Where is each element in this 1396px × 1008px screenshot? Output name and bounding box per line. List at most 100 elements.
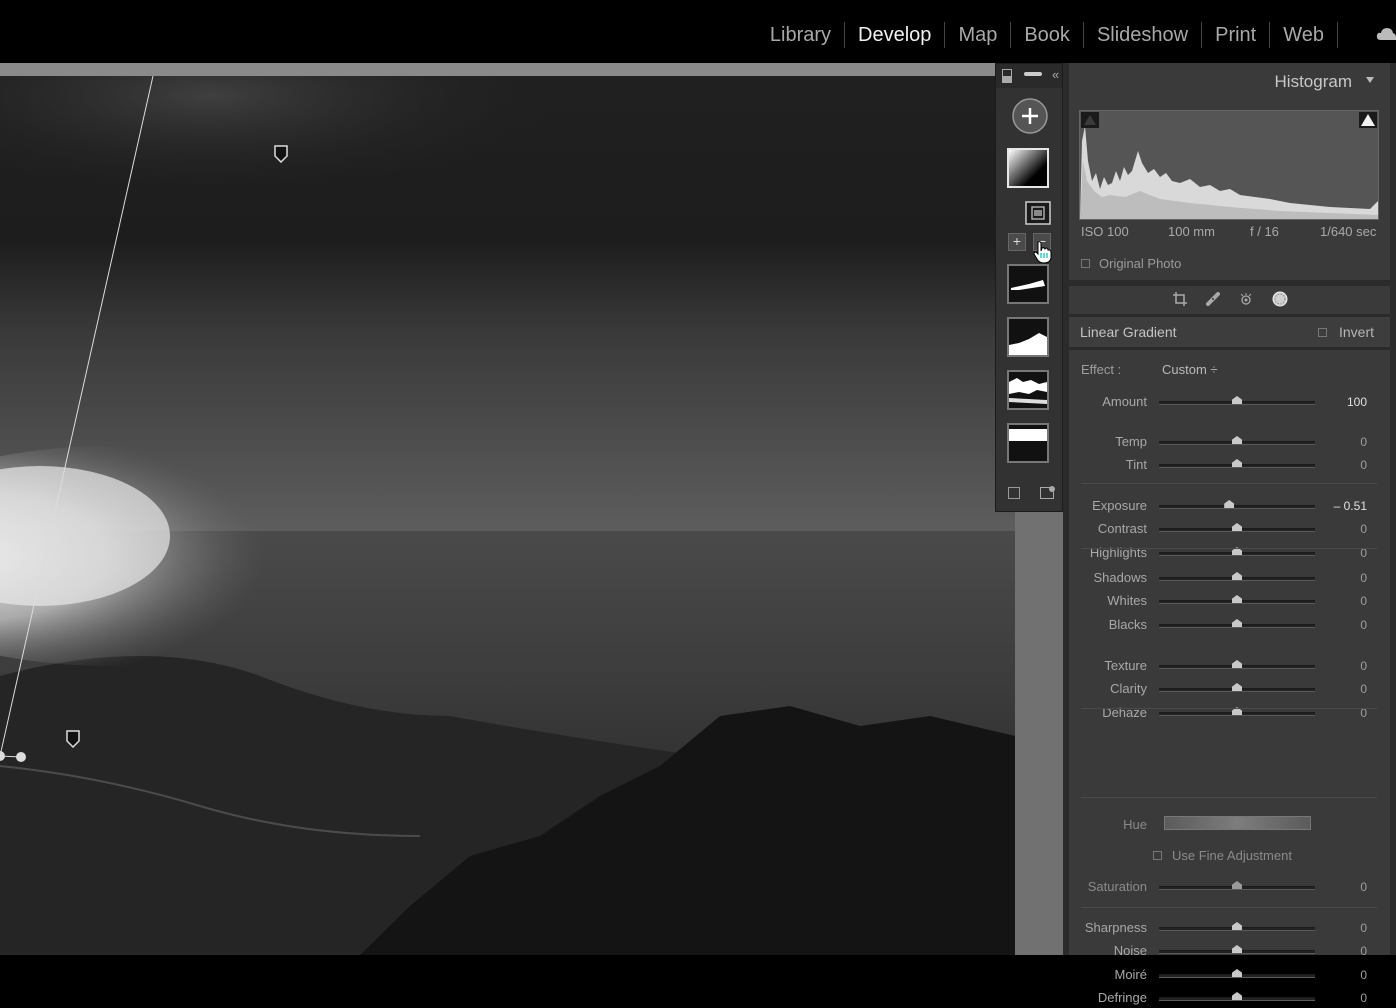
histogram-header[interactable]: Histogram bbox=[1069, 63, 1390, 100]
slider-label-texture: Texture bbox=[1104, 658, 1147, 673]
original-photo-toggle[interactable]: Original Photo bbox=[1081, 256, 1181, 271]
photo-border bbox=[0, 63, 995, 76]
photo-image[interactable] bbox=[0, 76, 1015, 955]
mask-thumbnail-1[interactable] bbox=[1007, 264, 1049, 304]
invert-label: Invert bbox=[1338, 324, 1374, 340]
slider-label-shadows: Shadows bbox=[1093, 570, 1147, 585]
fine-adjustment-toggle[interactable]: Use Fine Adjustment bbox=[1153, 848, 1292, 863]
mask-thumbnail-4[interactable] bbox=[1007, 423, 1049, 463]
slider-label-blacks: Blacks bbox=[1108, 617, 1147, 632]
module-develop[interactable]: Develop bbox=[845, 22, 946, 48]
invert-toggle[interactable]: Invert bbox=[1317, 324, 1374, 340]
divider bbox=[1081, 548, 1377, 549]
histogram-title: Histogram bbox=[1274, 72, 1352, 91]
masks-panel-header: « bbox=[996, 64, 1062, 88]
mask-thumbnail-gradient[interactable] bbox=[1007, 148, 1049, 188]
slider-row-amount: Amount 100 bbox=[1069, 392, 1390, 412]
minimize-icon[interactable] bbox=[1024, 72, 1042, 76]
hue-slider[interactable] bbox=[1164, 816, 1311, 830]
slider-value-sharpness[interactable]: 0 bbox=[1360, 921, 1367, 935]
divider bbox=[1081, 797, 1377, 798]
slider-value-exposure[interactable]: – 0.51 bbox=[1334, 499, 1367, 513]
mask-title: Linear Gradient bbox=[1080, 324, 1177, 340]
mask-thumbnail-3[interactable] bbox=[1007, 370, 1049, 410]
overlay-toggle-icon[interactable] bbox=[1008, 487, 1020, 499]
slider-row-blacks: Blacks 0 bbox=[1069, 615, 1390, 635]
slider-value-tint[interactable]: 0 bbox=[1360, 458, 1367, 472]
shadow-clipping-icon[interactable] bbox=[1081, 112, 1099, 128]
slider-label-temp: Temp bbox=[1115, 434, 1147, 449]
slider-row-whites: Whites 0 bbox=[1069, 591, 1390, 611]
original-photo-checkbox[interactable] bbox=[1081, 259, 1090, 268]
mask-component-icon[interactable] bbox=[1025, 201, 1051, 225]
slider-value-clarity[interactable]: 0 bbox=[1360, 682, 1367, 696]
slider-track-exposure[interactable] bbox=[1159, 505, 1315, 509]
module-slideshow[interactable]: Slideshow bbox=[1084, 22, 1203, 48]
slider-label-moir-: Moiré bbox=[1114, 967, 1147, 982]
slider-row-tint: Tint 0 bbox=[1069, 455, 1390, 475]
original-photo-label: Original Photo bbox=[1099, 256, 1182, 271]
cloud-icon[interactable] bbox=[1376, 26, 1396, 42]
histogram-graph[interactable] bbox=[1079, 110, 1379, 220]
mask-thumbnail-2[interactable] bbox=[1007, 317, 1049, 357]
masking-icon[interactable] bbox=[1272, 291, 1288, 307]
slider-value-texture[interactable]: 0 bbox=[1360, 659, 1367, 673]
slider-value-saturation[interactable]: 0 bbox=[1360, 880, 1367, 894]
mask-settings-icon[interactable] bbox=[1040, 485, 1056, 499]
panel-toggle-icon[interactable] bbox=[1002, 69, 1012, 83]
hue-label: Hue bbox=[1123, 817, 1147, 832]
slider-row-exposure: Exposure – 0.51 bbox=[1069, 496, 1390, 516]
gradient-pin-icon[interactable] bbox=[273, 145, 289, 163]
slider-value-contrast[interactable]: 0 bbox=[1360, 522, 1367, 536]
slider-row-saturation: Saturation 0 bbox=[1069, 877, 1390, 897]
slider-label-contrast: Contrast bbox=[1097, 521, 1147, 536]
slider-value-defringe[interactable]: 0 bbox=[1360, 991, 1367, 1005]
slider-value-amount[interactable]: 100 bbox=[1347, 395, 1367, 409]
module-map[interactable]: Map bbox=[945, 22, 1012, 48]
highlight-clipping-icon[interactable] bbox=[1359, 112, 1377, 128]
add-component-icon[interactable]: + bbox=[1008, 233, 1026, 251]
healing-icon[interactable] bbox=[1206, 292, 1220, 306]
module-list: Library Develop Map Book Slideshow Print… bbox=[757, 22, 1338, 48]
slider-row-defringe: Defringe 0 bbox=[1069, 988, 1390, 1008]
divider bbox=[1081, 907, 1377, 908]
add-mask-icon[interactable] bbox=[1012, 98, 1048, 134]
slider-value-blacks[interactable]: 0 bbox=[1360, 618, 1367, 632]
exif-iso: ISO 100 bbox=[1081, 224, 1129, 239]
divider bbox=[1081, 483, 1377, 484]
slider-row-texture: Texture 0 bbox=[1069, 656, 1390, 676]
slider-row-dehaze: Dehaze 0 bbox=[1069, 703, 1390, 723]
gradient-pin-icon[interactable] bbox=[65, 730, 81, 748]
module-book[interactable]: Book bbox=[1011, 22, 1084, 48]
slider-row-temp: Temp 0 bbox=[1069, 432, 1390, 452]
slider-label-defringe: Defringe bbox=[1097, 990, 1147, 1005]
fine-adjustment-label: Use Fine Adjustment bbox=[1172, 848, 1292, 863]
disclosure-triangle-icon[interactable] bbox=[1366, 77, 1374, 83]
module-web[interactable]: Web bbox=[1270, 22, 1338, 48]
collapse-icon[interactable]: « bbox=[1052, 67, 1059, 82]
slider-row-noise: Noise 0 bbox=[1069, 941, 1390, 961]
module-print[interactable]: Print bbox=[1202, 22, 1271, 48]
slider-row-sharpness: Sharpness 0 bbox=[1069, 918, 1390, 938]
slider-row-contrast: Contrast 0 bbox=[1069, 519, 1390, 539]
tool-strip bbox=[1069, 286, 1390, 314]
invert-checkbox[interactable] bbox=[1317, 327, 1327, 337]
slider-label-amount: Amount bbox=[1102, 394, 1147, 409]
red-eye-icon[interactable] bbox=[1239, 292, 1253, 306]
crop-icon[interactable] bbox=[1173, 292, 1187, 306]
slider-value-whites[interactable]: 0 bbox=[1360, 594, 1367, 608]
module-library[interactable]: Library bbox=[757, 22, 846, 48]
slider-value-temp[interactable]: 0 bbox=[1360, 435, 1367, 449]
fine-adjustment-checkbox[interactable] bbox=[1153, 851, 1162, 860]
slider-label-sharpness: Sharpness bbox=[1084, 920, 1147, 935]
slider-value-shadows[interactable]: 0 bbox=[1360, 571, 1367, 585]
slider-label-tint: Tint bbox=[1125, 457, 1147, 472]
effect-preset-select[interactable]: Custom ÷ bbox=[1162, 362, 1218, 377]
slider-label-whites: Whites bbox=[1107, 593, 1147, 608]
slider-value-noise[interactable]: 0 bbox=[1360, 944, 1367, 958]
slider-row-clarity: Clarity 0 bbox=[1069, 679, 1390, 699]
photo-canvas[interactable] bbox=[0, 63, 1063, 955]
slider-row-shadows: Shadows 0 bbox=[1069, 568, 1390, 588]
slider-value-moir-[interactable]: 0 bbox=[1360, 968, 1367, 982]
slider-row-moir-: Moiré 0 bbox=[1069, 965, 1390, 985]
